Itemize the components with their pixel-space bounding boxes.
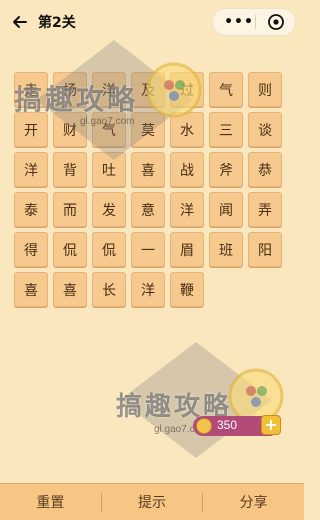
- more-options-button[interactable]: •••: [223, 9, 255, 35]
- mini-program-capsule: •••: [212, 8, 296, 36]
- reset-button[interactable]: 重置: [0, 484, 101, 520]
- close-mini-program-button[interactable]: [261, 9, 291, 35]
- character-tile[interactable]: 喜: [14, 272, 48, 307]
- character-tile[interactable]: 战: [170, 152, 204, 187]
- back-button[interactable]: [8, 11, 32, 33]
- character-tile[interactable]: 则: [248, 72, 282, 107]
- character-tile[interactable]: 水: [170, 112, 204, 147]
- character-tile[interactable]: 阳: [248, 232, 282, 267]
- character-tile[interactable]: 谈: [248, 112, 282, 147]
- target-close-icon: [268, 14, 284, 30]
- character-tile[interactable]: 鞭: [170, 272, 204, 307]
- character-tile[interactable]: 喜: [53, 272, 87, 307]
- character-tile[interactable]: 意: [131, 192, 165, 227]
- character-tile[interactable]: 而: [53, 192, 87, 227]
- coin-balance: 350 +: [193, 415, 281, 436]
- level-title: 第2关: [38, 15, 76, 31]
- character-tile[interactable]: 斧: [209, 152, 243, 187]
- watermark-diamond-icon: [120, 342, 284, 458]
- character-tile[interactable]: 眉: [170, 232, 204, 267]
- coin-value: 350: [217, 418, 238, 432]
- character-tile[interactable]: 得: [14, 232, 48, 267]
- character-tile[interactable]: 气: [92, 112, 126, 147]
- character-tile[interactable]: 及: [131, 72, 165, 107]
- character-tile[interactable]: 气: [209, 72, 243, 107]
- coin-icon: [196, 418, 212, 434]
- character-tile[interactable]: 喜: [131, 152, 165, 187]
- character-tile[interactable]: 侃: [92, 232, 126, 267]
- character-tile[interactable]: 闻: [209, 192, 243, 227]
- character-tile[interactable]: 恭: [248, 152, 282, 187]
- character-tile[interactable]: 侃: [53, 232, 87, 267]
- character-tile[interactable]: 长: [92, 272, 126, 307]
- bottom-action-bar: 重置 提示 分享: [0, 483, 304, 520]
- capsule-divider: [255, 15, 256, 29]
- watermark-bottom: 搞趣攻略 gl.gao7.com: [106, 340, 296, 460]
- character-tile[interactable]: 开: [14, 112, 48, 147]
- character-tile[interactable]: 洋: [170, 192, 204, 227]
- character-tile[interactable]: 扬: [53, 72, 87, 107]
- character-tile[interactable]: 班: [209, 232, 243, 267]
- character-tile[interactable]: 一: [131, 232, 165, 267]
- hint-button[interactable]: 提示: [102, 484, 203, 520]
- character-tile[interactable]: 洋: [14, 152, 48, 187]
- character-tile[interactable]: 吐: [92, 152, 126, 187]
- character-tile[interactable]: 走: [14, 72, 48, 107]
- character-tile[interactable]: 洋: [92, 72, 126, 107]
- add-coins-button[interactable]: +: [261, 415, 281, 435]
- character-tile[interactable]: 泰: [14, 192, 48, 227]
- character-tile[interactable]: 莫: [131, 112, 165, 147]
- character-tile[interactable]: 三: [209, 112, 243, 147]
- top-bar: 第2关 •••: [0, 0, 304, 44]
- character-tile[interactable]: 发: [92, 192, 126, 227]
- character-tile[interactable]: 洋: [131, 272, 165, 307]
- back-arrow-icon: [13, 16, 27, 28]
- character-grid: 走扬洋及过气则开财气莫水三谈洋背吐喜战斧恭泰而发意洋闻弄得侃侃一眉班阳喜喜长洋鞭: [14, 72, 294, 307]
- character-tile[interactable]: 弄: [248, 192, 282, 227]
- share-button[interactable]: 分享: [203, 484, 304, 520]
- character-tile[interactable]: 过: [170, 72, 204, 107]
- character-tile[interactable]: 背: [53, 152, 87, 187]
- character-tile[interactable]: 财: [53, 112, 87, 147]
